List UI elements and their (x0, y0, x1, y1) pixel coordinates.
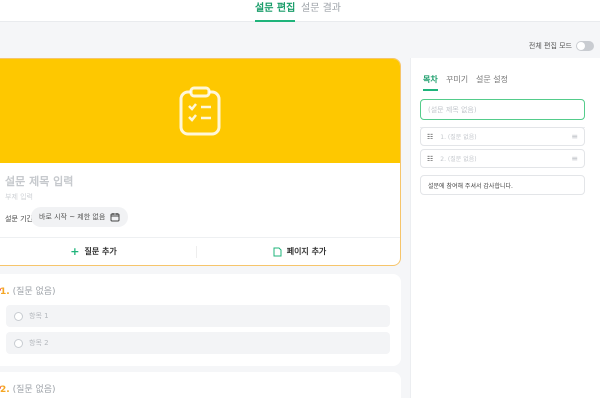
plus-icon: + (70, 245, 80, 258)
drag-handle-icon[interactable]: ≡ (571, 154, 578, 163)
toc-item[interactable]: ☷ 2. (질문 없음) ≡ (420, 149, 585, 168)
full-edit-mode-label: 전체 편집 모드 (528, 42, 572, 50)
toc-item-label: 1. (질문 없음) (440, 134, 477, 141)
radio-icon (14, 338, 23, 348)
add-page-button[interactable]: 페이지 추가 (197, 237, 400, 265)
tab-survey-result[interactable]: 설문 결과 (301, 2, 341, 22)
right-sidebar: 목차 꾸미기 설문 설정 (설문 제목 없음) ☷ 1. (질문 없음) ≡ ☷… (410, 58, 600, 398)
option-item[interactable]: 항목 1 (6, 305, 390, 327)
toc-item[interactable]: ☷ 1. (질문 없음) ≡ (420, 127, 585, 146)
list-icon: ☷ (427, 154, 434, 163)
survey-title-input[interactable]: 설문 제목 입력 (5, 173, 73, 189)
question-text: (질문 없음) (12, 385, 56, 395)
add-page-label: 페이지 추가 (286, 247, 327, 256)
question-card[interactable]: 2. (질문 없음) (0, 372, 401, 398)
drag-handle-icon[interactable]: ≡ (571, 132, 578, 141)
question-title[interactable]: 2. (질문 없음) (0, 382, 56, 395)
page-icon (273, 247, 282, 256)
question-number: 1. (0, 287, 10, 297)
survey-period-selector[interactable]: 바로 시작 ~ 제한 없음 (31, 207, 129, 227)
toc-end-message[interactable]: 설문에 참여해 주셔서 감사합니다. (420, 175, 585, 195)
survey-period-value: 바로 시작 ~ 제한 없음 (39, 213, 106, 221)
option-label: 항목 1 (29, 312, 49, 320)
tab-toc[interactable]: 목차 (423, 74, 438, 91)
clipboard-checklist-icon (179, 86, 221, 136)
toc-title-input[interactable]: (설문 제목 없음) (420, 99, 585, 120)
question-card[interactable]: 1. (질문 없음) 항목 1 항목 2 (0, 274, 401, 366)
survey-subtitle-input[interactable]: 부제 입력 (5, 192, 33, 202)
top-nav: 설문 편집 설문 결과 (0, 0, 600, 22)
tab-survey-settings[interactable]: 설문 설정 (476, 74, 508, 85)
tab-survey-edit[interactable]: 설문 편집 (255, 2, 296, 22)
question-number: 2. (0, 385, 10, 395)
survey-period-label: 설문 기간 (5, 215, 33, 223)
option-item[interactable]: 항목 2 (6, 332, 390, 354)
add-question-label: 질문 추가 (84, 247, 117, 256)
survey-banner[interactable] (0, 59, 400, 163)
question-text: (질문 없음) (12, 287, 56, 297)
add-question-button[interactable]: + 질문 추가 (0, 237, 196, 265)
toc-item-label: 2. (질문 없음) (440, 156, 477, 163)
question-title[interactable]: 1. (질문 없음) (0, 284, 56, 297)
full-edit-mode-toggle[interactable] (576, 41, 594, 51)
full-edit-mode: 전체 편집 모드 (529, 41, 594, 51)
list-icon: ☷ (427, 132, 434, 141)
radio-icon (14, 311, 23, 321)
calendar-icon (110, 213, 120, 222)
survey-header-card: 설문 제목 입력 부제 입력 설문 기간 바로 시작 ~ 제한 없음 + 질문 … (0, 58, 401, 266)
option-label: 항목 2 (29, 339, 49, 347)
tab-decorate[interactable]: 꾸미기 (446, 74, 468, 85)
